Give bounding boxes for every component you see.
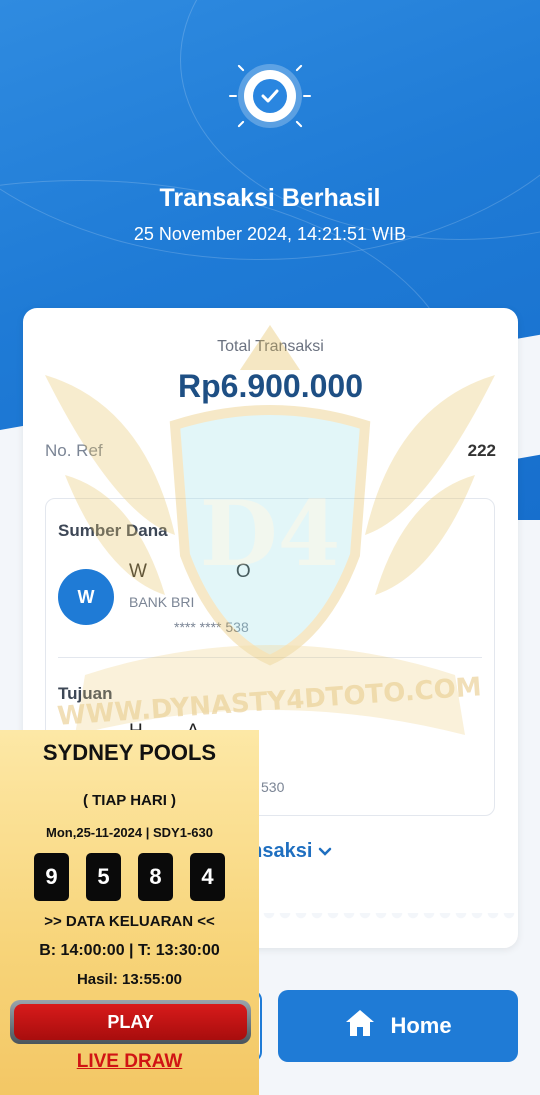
destination-label: Tujuan [58, 684, 113, 703]
live-draw-link[interactable]: LIVE DRAW [0, 1051, 259, 1073]
source-bank: BANK BRI [129, 594, 195, 610]
avatar: W [58, 569, 114, 625]
play-button-label: PLAY [14, 1004, 247, 1040]
ref-label: No. Ref [45, 441, 103, 460]
promo-subtitle: ( TIAP HARI ) [82, 792, 177, 809]
ref-value: 222 [467, 441, 496, 460]
home-button[interactable]: Home [278, 990, 518, 1062]
divider [58, 657, 482, 658]
destination-account: 530 [261, 779, 285, 795]
promo-hasil: Hasil: 13:55:00 [76, 971, 183, 988]
promo-time: B: 14:00:00 | T: 13:30:00 [39, 942, 220, 959]
total-label: Total Transaksi [217, 338, 324, 355]
result-digit: 4 [190, 853, 225, 901]
source-account: **** **** 538 [174, 619, 249, 635]
result-digit: 5 [86, 853, 121, 901]
result-digit: 8 [138, 853, 173, 901]
promo-date: Mon,25-11-2024 | SDY1-630 [46, 825, 213, 840]
success-check-icon [229, 64, 311, 128]
total-amount: Rp6.900.000 [177, 368, 363, 404]
result-digits: 9 5 8 4 [34, 853, 225, 901]
promo-data-label: >> DATA KELUARAN << [44, 913, 215, 930]
source-name: W O [129, 561, 252, 582]
home-icon [344, 1008, 376, 1044]
home-button-label: Home [390, 1013, 452, 1038]
chevron-down-icon [318, 840, 332, 862]
page-title: Transaksi Berhasil [159, 184, 381, 212]
transaction-datetime: 25 November 2024, 14:21:51 WIB [133, 224, 407, 244]
result-digit: 9 [34, 853, 69, 901]
promo-title: SYDNEY POOLS [42, 740, 217, 765]
source-label: Sumber Dana [58, 521, 168, 540]
play-button[interactable]: PLAY [10, 1000, 251, 1044]
promo-banner[interactable]: SYDNEY POOLS ( TIAP HARI ) Mon,25-11-202… [0, 730, 259, 1095]
